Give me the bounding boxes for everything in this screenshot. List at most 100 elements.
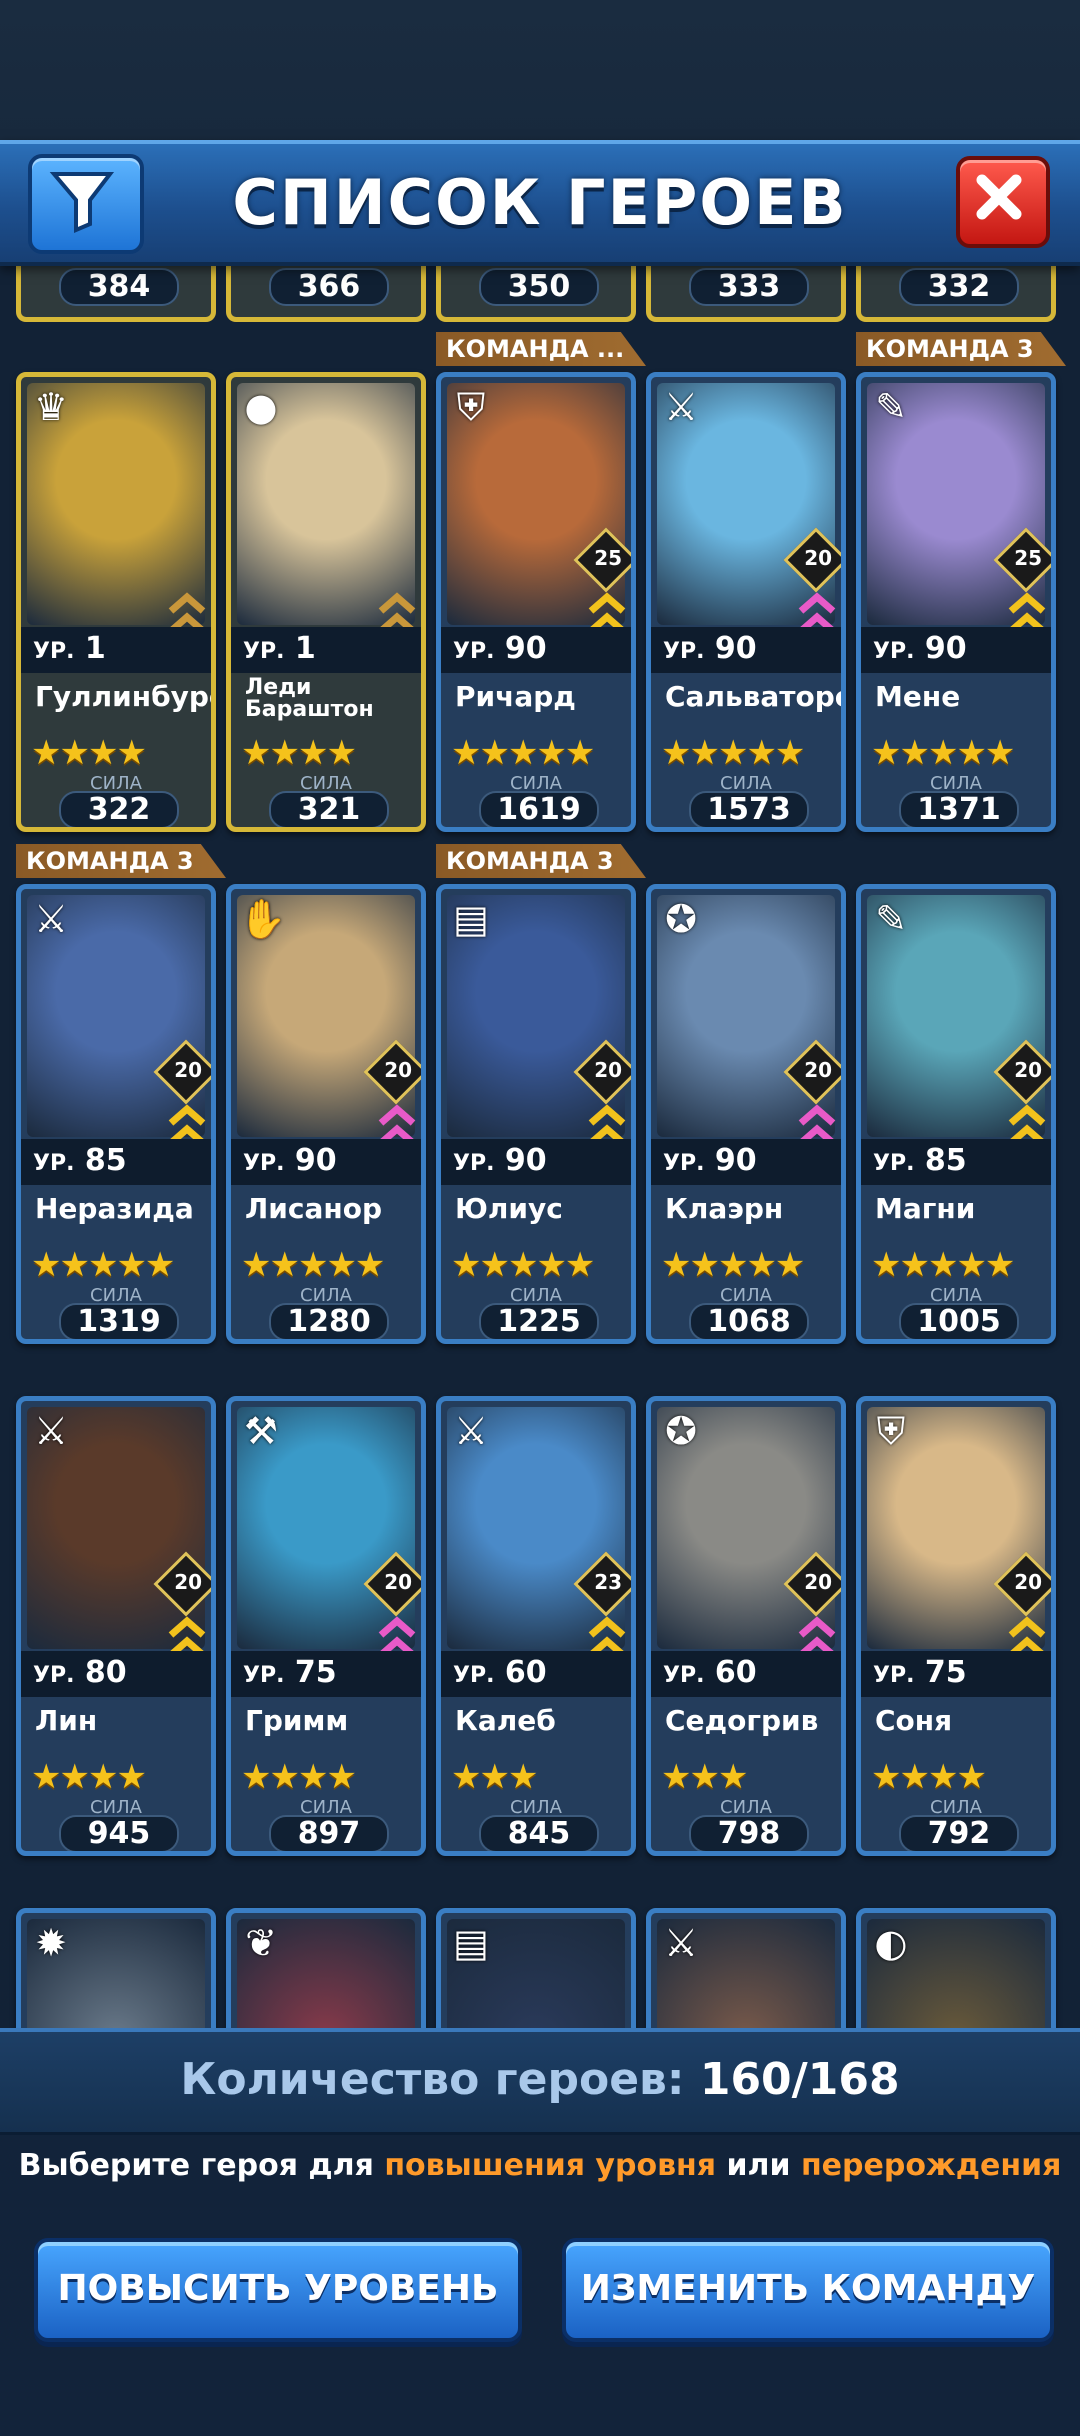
hero-level: УР. 75 <box>873 1655 967 1690</box>
level-row: УР. 90 <box>441 1139 631 1185</box>
team-tag: КОМАНДА 3 <box>856 332 1066 366</box>
mask-icon: ◐ <box>874 1921 908 1965</box>
hero-card[interactable]: ⚔ 23 УР. 60 Калеб ★★★ СИЛА 845 <box>436 1396 636 1856</box>
hero-card[interactable]: ⛨ 20 УР. 75 Соня ★★★★ СИЛА 792 <box>856 1396 1056 1856</box>
close-button[interactable] <box>956 156 1050 248</box>
hero-stars: ★★★★★ <box>661 1245 805 1285</box>
hero-name: Лисанор <box>245 1192 382 1225</box>
level-row: УР. 85 <box>861 1139 1051 1185</box>
hero-level: УР. 90 <box>663 631 757 666</box>
hero-card-partial[interactable]: ▤ <box>436 1908 636 2028</box>
hero-name: Леди Бараштон <box>245 675 374 722</box>
hero-name: Соня <box>875 1704 953 1737</box>
hint-text: Выберите героя для повышения уровня или … <box>0 2148 1080 2183</box>
level-row: УР. 90 <box>651 627 841 673</box>
hero-name: Лин <box>35 1704 98 1737</box>
hero-name: Магни <box>875 1192 976 1225</box>
hero-name: Калеб <box>455 1704 556 1737</box>
hero-card-partial[interactable]: 384 <box>16 262 216 322</box>
power-value: 792 <box>899 1815 1019 1851</box>
hero-name: Гримм <box>245 1704 349 1737</box>
swords-icon: ⚔ <box>33 1409 69 1453</box>
hero-card-partial[interactable]: ◐ <box>856 1908 1056 2028</box>
hero-stars: ★★★★★ <box>661 733 805 773</box>
level-row: УР. 90 <box>651 1139 841 1185</box>
swords-icon: ⚔ <box>33 897 69 941</box>
hero-count-label: Количество героев: <box>180 2054 685 2105</box>
swords-icon: ⚔ <box>663 385 699 429</box>
hero-card[interactable]: ● УР. 1 Леди Бараштон ★★★★ СИЛА 321 <box>226 372 426 832</box>
hero-level: УР. 90 <box>873 631 967 666</box>
hint-levelup-highlight: повышения уровня <box>384 2148 717 2183</box>
hero-card-partial[interactable]: ⚔ <box>646 1908 846 2028</box>
hero-card[interactable]: ▤ 20 УР. 90 Юлиус ★★★★★ СИЛА 1225 <box>436 884 636 1344</box>
hero-level: УР. 60 <box>663 1655 757 1690</box>
level-row: УР. 60 <box>651 1651 841 1697</box>
hero-level: УР. 90 <box>453 631 547 666</box>
team-tag: КОМАНДА 3 <box>16 844 226 878</box>
power-value: 333 <box>689 268 809 306</box>
hero-card-partial[interactable]: 366 <box>226 262 426 322</box>
hero-level: УР. 90 <box>243 1143 337 1178</box>
hero-name: Гуллинбурсти <box>35 680 211 713</box>
hero-stars: ★★★★ <box>31 1757 147 1797</box>
hero-card[interactable]: ✎ 20 УР. 85 Магни ★★★★★ СИЛА 1005 <box>856 884 1056 1344</box>
header-bar: СПИСОК ГЕРОЕВ <box>0 140 1080 266</box>
power-value: 1619 <box>479 791 599 827</box>
hint-part: Выберите героя для <box>18 2148 385 2183</box>
hero-card[interactable]: ⚔ 20 УР. 80 Лин ★★★★ СИЛА 945 <box>16 1396 216 1856</box>
power-value: 1005 <box>899 1303 1019 1339</box>
hero-card-partial[interactable]: 350 <box>436 262 636 322</box>
hero-count-value: 160/168 <box>699 2054 900 2105</box>
hand-icon: ✋ <box>239 897 287 941</box>
hero-count-bar: Количество героев: 160/168 <box>0 2028 1080 2135</box>
shield-icon: ⛨ <box>876 1409 906 1453</box>
level-row: УР. 1 <box>231 627 421 673</box>
hero-card[interactable]: ♛УР. 1Гуллинбурсти★★★★СИЛА322 <box>16 372 216 832</box>
hero-card-partial[interactable]: ✹ <box>16 1908 216 2028</box>
hero-stars: ★★★★★ <box>241 1245 385 1285</box>
change-team-button[interactable]: ИЗМЕНИТЬ КОМАНДУ <box>562 2238 1054 2342</box>
hero-card[interactable]: ⚔ 20 УР. 85 Неразида ★★★★★ СИЛА 1319 <box>16 884 216 1344</box>
hero-name: Ричард <box>455 680 576 713</box>
hero-card[interactable]: ✎ 25 УР. 90 Мене ★★★★★ СИЛА 1371 <box>856 372 1056 832</box>
status-area <box>0 0 1080 140</box>
hero-level: УР. 60 <box>453 1655 547 1690</box>
hero-card[interactable]: ✋ 20 УР. 90 Лисанор ★★★★★ СИЛА 1280 <box>226 884 426 1344</box>
hero-card-partial[interactable]: 333 <box>646 262 846 322</box>
book-icon: ▤ <box>453 1921 489 1965</box>
level-row: УР. 75 <box>861 1651 1051 1697</box>
close-icon <box>976 174 1022 220</box>
hero-level: УР. 1 <box>33 631 106 666</box>
sun-icon: ✹ <box>35 1921 67 1965</box>
hero-card-partial[interactable]: ❦ <box>226 1908 426 2028</box>
swords-icon: ⚔ <box>453 1409 489 1453</box>
level-row: УР. 90 <box>861 627 1051 673</box>
hero-name: Неразида <box>35 1192 194 1225</box>
team-tag: КОМАНДА 3 <box>436 844 646 878</box>
hero-grid[interactable]: 384 366 350 333 332 КОМАНДА ... КОМАНДА 3 ♛ УР. … <box>0 262 1080 2028</box>
hero-card[interactable]: ⚔ 20 УР. 90 Сальваторе ★★★★★ СИЛА 1573 <box>646 372 846 832</box>
hero-card[interactable]: ⛨ 25 УР. 90 Ричард ★★★★★ СИЛА 1619 <box>436 372 636 832</box>
hero-card-partial[interactable]: 332 <box>856 262 1056 322</box>
hero-level: УР. 85 <box>33 1143 127 1178</box>
power-value: 350 <box>479 268 599 306</box>
swords-icon: ⚔ <box>663 1921 699 1965</box>
hero-card[interactable]: ✪ 20 УР. 90 Клаэрн ★★★★★ СИЛА 1068 <box>646 884 846 1344</box>
hero-level: УР. 90 <box>663 1143 757 1178</box>
power-value: 1280 <box>269 1303 389 1339</box>
leaf-icon: ❦ <box>245 1921 277 1965</box>
power-value: 945 <box>59 1815 179 1851</box>
power-value: 322 <box>59 791 179 827</box>
level-up-button[interactable]: ПОВЫСИТЬ УРОВЕНЬ <box>34 2238 522 2342</box>
book-icon: ▤ <box>453 897 489 941</box>
hero-name: Юлиус <box>455 1192 563 1225</box>
hero-card[interactable]: ⚒ 20 УР. 75 Гримм ★★★★ СИЛА 897 <box>226 1396 426 1856</box>
axe-icon: ⚒ <box>243 1409 279 1453</box>
power-value: 332 <box>899 268 1019 306</box>
pentagram-icon: ✪ <box>665 897 697 941</box>
level-row: УР. 90 <box>231 1139 421 1185</box>
hero-card[interactable]: ✪ 20 УР. 60 Седогрив ★★★ СИЛА 798 <box>646 1396 846 1856</box>
hero-name: Сальваторе <box>665 680 846 713</box>
hero-level: УР. 1 <box>243 631 316 666</box>
